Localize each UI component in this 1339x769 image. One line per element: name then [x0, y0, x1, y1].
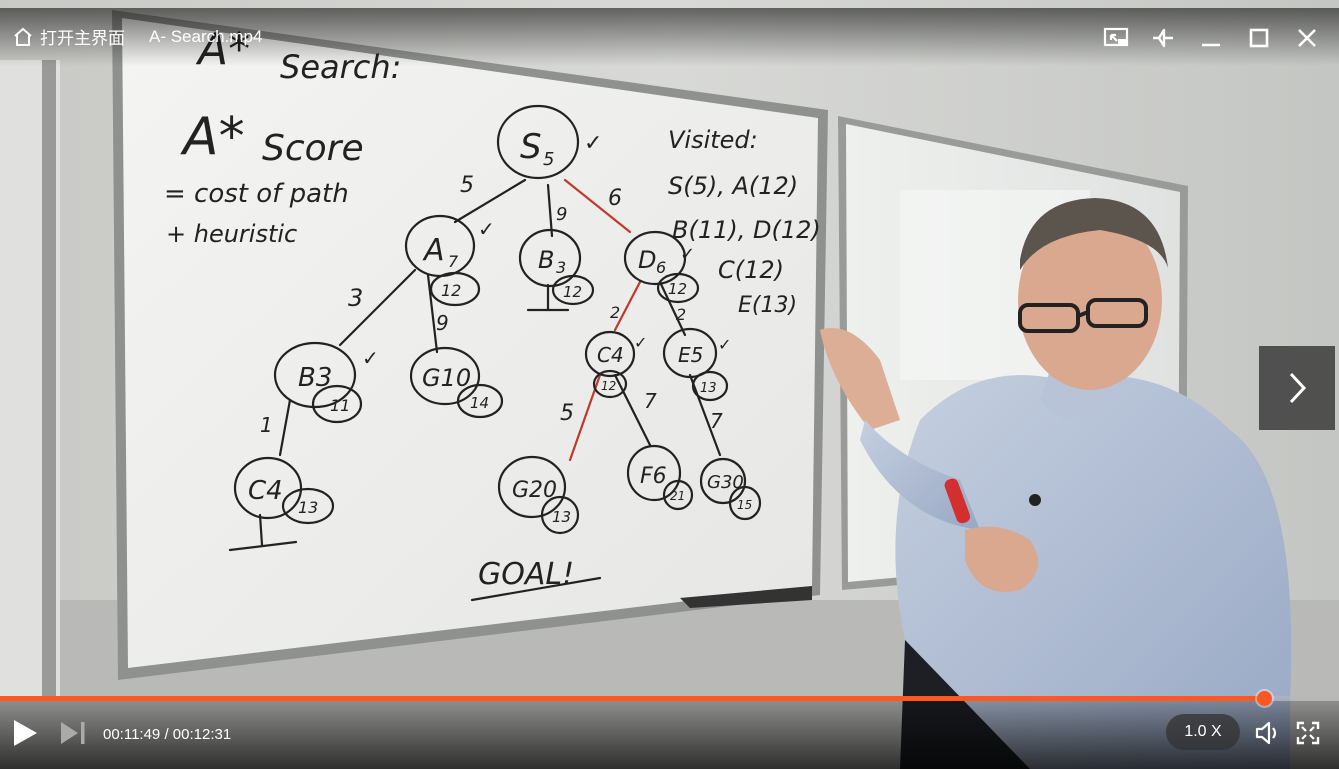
svg-text:6: 6 — [608, 186, 622, 211]
svg-text:13: 13 — [700, 381, 717, 396]
close-button[interactable] — [1292, 24, 1322, 52]
board-visited-4: E(13) — [738, 293, 797, 318]
svg-text:B3: B3 — [298, 363, 332, 393]
svg-text:5: 5 — [460, 173, 474, 198]
home-label: 打开主界面 — [40, 29, 125, 48]
svg-text:12: 12 — [668, 280, 687, 298]
svg-text:9: 9 — [436, 311, 449, 335]
maximize-icon — [1249, 28, 1269, 48]
svg-text:3: 3 — [556, 258, 566, 277]
play-button[interactable] — [10, 718, 40, 748]
svg-text:✓: ✓ — [634, 333, 647, 352]
svg-text:12: 12 — [441, 281, 461, 300]
svg-text:A: A — [422, 233, 445, 268]
picture-in-picture-icon — [1103, 27, 1129, 47]
svg-text:13: 13 — [298, 498, 318, 517]
board-visited-2: B(11), D(12) — [672, 216, 821, 244]
svg-text:7: 7 — [448, 252, 459, 271]
video-frame[interactable]: S5 A7 12 B3 12 D6 12 B3 11 G10 14 C4 12 … — [0, 0, 1339, 769]
svg-text:15: 15 — [737, 498, 752, 512]
play-icon — [14, 720, 37, 746]
svg-text:9: 9 — [556, 204, 567, 225]
time-separator: / — [160, 726, 173, 743]
svg-text:B: B — [538, 246, 554, 274]
svg-text:7: 7 — [644, 389, 657, 413]
volume-button[interactable] — [1254, 720, 1282, 746]
svg-text:12: 12 — [563, 283, 582, 301]
svg-text:✓: ✓ — [478, 217, 495, 241]
fullscreen-button[interactable] — [1296, 721, 1320, 745]
total-time: 00:12:31 — [172, 726, 232, 743]
volume-icon — [1255, 721, 1277, 745]
svg-text:S: S — [520, 127, 542, 167]
close-icon — [1298, 29, 1316, 47]
svg-text:2: 2 — [610, 303, 620, 322]
control-bar: 00:11:49 / 00:12:31 1.0 X — [0, 691, 1339, 769]
minimize-icon — [1202, 43, 1220, 47]
board-score-word: Score — [262, 128, 364, 169]
svg-text:✓: ✓ — [584, 131, 602, 156]
svg-text:✓: ✓ — [362, 346, 379, 370]
svg-text:C4: C4 — [597, 343, 624, 367]
board-formula-1: = cost of path — [164, 179, 349, 209]
home-button[interactable]: 打开主界面 — [12, 24, 125, 49]
svg-text:C4: C4 — [248, 476, 283, 506]
minimize-button[interactable] — [1196, 24, 1226, 52]
svg-text:13: 13 — [552, 508, 571, 526]
progress-bar[interactable] — [0, 691, 1339, 706]
title-bar: 打开主界面 A- Search.mp4 — [0, 8, 1339, 66]
chevron-right-icon — [1289, 372, 1307, 404]
svg-text:2: 2 — [676, 305, 686, 324]
svg-text:5: 5 — [543, 149, 554, 170]
svg-text:✓: ✓ — [718, 335, 731, 354]
board-visited-1: S(5), A(12) — [668, 172, 798, 200]
pip-button[interactable] — [1101, 24, 1131, 52]
file-title: A- Search.mp4 — [149, 27, 263, 46]
svg-text:3: 3 — [348, 284, 363, 312]
svg-text:G10: G10 — [422, 364, 471, 392]
svg-text:12: 12 — [601, 379, 616, 393]
home-icon — [14, 27, 32, 46]
svg-text:G30: G30 — [707, 472, 744, 493]
next-video-panel[interactable] — [1259, 346, 1335, 430]
playback-speed-button[interactable]: 1.0 X — [1166, 714, 1240, 750]
svg-text:1: 1 — [260, 413, 273, 437]
current-time: 00:11:49 — [103, 726, 161, 743]
pin-button[interactable] — [1148, 24, 1178, 52]
board-visited-3: C(12) — [718, 256, 784, 284]
skip-next-icon — [61, 722, 85, 744]
video-player: S5 A7 12 B3 12 D6 12 B3 11 G10 14 C4 12 … — [0, 0, 1339, 769]
progress-fill — [0, 696, 1265, 701]
svg-text:21: 21 — [670, 489, 685, 503]
maximize-button[interactable] — [1244, 24, 1274, 52]
board-formula-2: + heuristic — [166, 220, 297, 248]
svg-text:7: 7 — [710, 409, 723, 433]
svg-text:G20: G20 — [512, 478, 557, 503]
svg-text:14: 14 — [470, 394, 489, 412]
svg-text:E5: E5 — [678, 343, 703, 367]
svg-text:F6: F6 — [640, 464, 667, 489]
svg-text:11: 11 — [330, 396, 350, 415]
svg-text:D: D — [638, 246, 656, 274]
time-display: 00:11:49 / 00:12:31 — [103, 726, 231, 743]
progress-handle[interactable] — [1257, 691, 1273, 706]
board-visited-heading: Visited: — [668, 126, 758, 154]
svg-text:6: 6 — [656, 258, 666, 277]
svg-text:✓: ✓ — [680, 244, 695, 265]
board-goal-label: GOAL! — [478, 557, 574, 592]
skip-next-button[interactable] — [58, 720, 88, 746]
fullscreen-icon — [1296, 721, 1320, 745]
svg-text:5: 5 — [560, 401, 574, 426]
board-score-a: A* — [180, 107, 245, 167]
pin-icon — [1153, 28, 1173, 48]
